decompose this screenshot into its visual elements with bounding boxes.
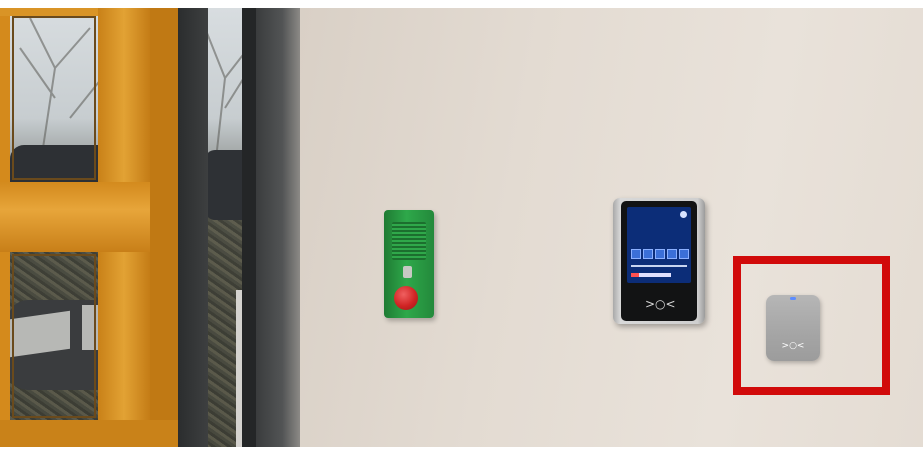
screen-divider [631, 265, 687, 267]
door-glass-pane [12, 254, 96, 418]
access-terminal: >○< [613, 198, 705, 324]
speaker-grille [392, 222, 426, 260]
window-mullion [178, 8, 208, 449]
nfc-icon: >○< [645, 297, 676, 311]
key-lock [403, 266, 412, 278]
door-glass-pane [12, 16, 96, 180]
screen-status [631, 273, 671, 277]
door-frame-bottom [0, 420, 178, 449]
door-frame-rail [0, 182, 150, 252]
terminal-face: >○< [621, 201, 697, 321]
image-border [0, 0, 923, 8]
emergency-release-box [384, 210, 434, 318]
screen-icon-row [631, 249, 689, 259]
photo-scene: >○< >○< [0, 0, 923, 449]
window-mullion [256, 8, 300, 449]
window-mullion [242, 8, 256, 449]
screen-indicator [680, 211, 687, 218]
terminal-screen[interactable] [627, 207, 691, 283]
door-frame-right [150, 8, 178, 449]
highlight-box [733, 256, 890, 395]
emergency-button[interactable] [394, 286, 418, 310]
